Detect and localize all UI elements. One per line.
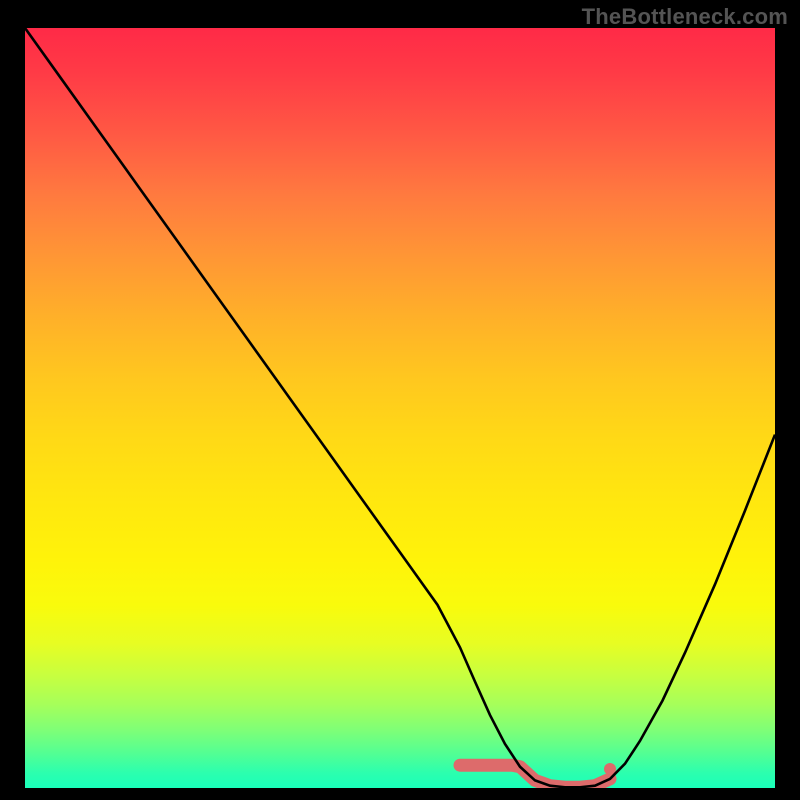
curve-layer xyxy=(25,28,775,788)
main-curve xyxy=(25,28,775,787)
plot-area xyxy=(25,28,775,788)
chart-frame: TheBottleneck.com xyxy=(0,0,800,800)
watermark-text: TheBottleneck.com xyxy=(582,4,788,30)
accent-band xyxy=(460,765,610,787)
